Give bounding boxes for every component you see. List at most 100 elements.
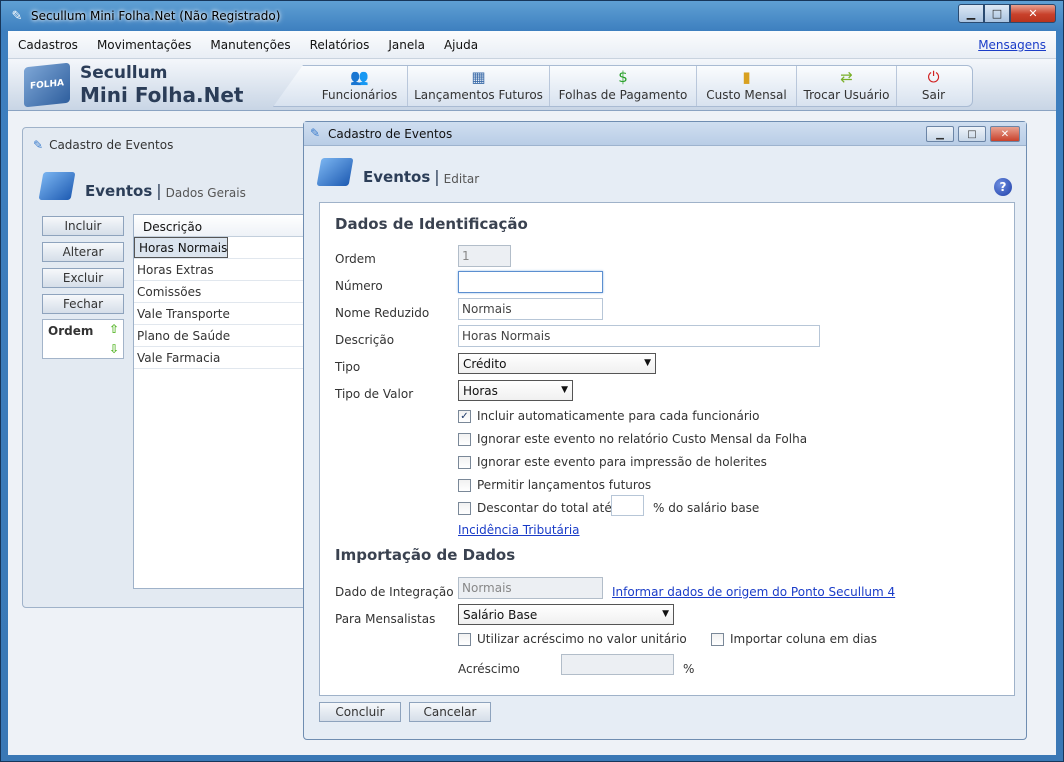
main-window: ✎ Secullum Mini Folha.Net (Não Registrad… <box>0 0 1064 762</box>
tipo-select-value: Crédito <box>463 357 507 371</box>
checkbox-icon <box>458 478 471 492</box>
minimize-button[interactable]: ▁ <box>958 4 984 23</box>
dialog-controls: ▁ □ ✕ <box>926 126 1020 142</box>
chart-icon: ▮ <box>742 68 751 86</box>
toolbar-folhas-pagamento[interactable]: $ Folhas de Pagamento <box>550 66 697 106</box>
checkbox-importar-coluna-dias[interactable]: Importar coluna em dias <box>711 632 877 646</box>
ordem-control: Ordem ⇧ ⇩ <box>42 319 124 359</box>
header-separator: | <box>156 181 162 200</box>
tipo-select[interactable]: Crédito ▼ <box>458 353 656 374</box>
arrow-up-icon[interactable]: ⇧ <box>109 322 119 336</box>
menu-ajuda[interactable]: Ajuda <box>444 38 478 52</box>
events-grid: Descrição Horas Normais Horas Falta Hora… <box>133 214 323 589</box>
minimize-icon: ▁ <box>966 7 976 20</box>
checkbox-ignorar-holerites[interactable]: Ignorar este evento para impressão de ho… <box>458 455 767 469</box>
checkbox-icon <box>458 501 471 515</box>
banner: FOLHA Secullum Mini Folha.Net 👥 Funcioná… <box>8 59 1056 111</box>
close-button[interactable]: ✕ <box>1010 4 1056 23</box>
toolbar-label: Sair <box>921 88 946 102</box>
dado-integracao-field[interactable]: Normais <box>458 577 603 599</box>
menu-janela[interactable]: Janela <box>388 38 425 52</box>
section-importacao: Importação de Dados <box>335 546 516 564</box>
nome-reduzido-field[interactable]: Normais <box>458 298 603 320</box>
main-titlebar: ✎ Secullum Mini Folha.Net (Não Registrad… <box>1 1 1063 31</box>
brand-line2: Mini Folha.Net <box>80 83 244 107</box>
acrescimo-field[interactable] <box>561 654 674 675</box>
menu-relatorios[interactable]: Relatórios <box>310 38 370 52</box>
section-identificacao: Dados de Identificação <box>335 215 528 233</box>
acrescimo-label: Acréscimo <box>458 662 520 676</box>
toolbar-trocar-usuario[interactable]: ⇄ Trocar Usuário <box>797 66 897 106</box>
toolbar-label: Funcionários <box>321 88 398 102</box>
mensagens-link[interactable]: Mensagens <box>978 38 1046 52</box>
checkbox-permitir-lancamentos[interactable]: Permitir lançamentos futuros <box>458 478 651 492</box>
arrow-down-icon[interactable]: ⇩ <box>109 342 119 356</box>
table-row[interactable]: Vale Transporte <box>134 303 322 325</box>
toolbar: 👥 Funcionários ▦ Lançamentos Futuros $ F… <box>273 65 973 107</box>
cancelar-button[interactable]: Cancelar <box>409 702 491 722</box>
menu-manutencoes[interactable]: Manutenções <box>210 38 290 52</box>
numero-label: Número <box>335 279 383 293</box>
table-row[interactable]: Comissões <box>134 281 322 303</box>
ordem-field[interactable]: 1 <box>458 245 511 267</box>
table-row[interactable]: Vale Farmacia <box>134 347 322 369</box>
minimize-icon: ▁ <box>936 128 944 140</box>
edit-event-dialog: ✎ Cadastro de Eventos ▁ □ ✕ Eventos | Ed… <box>303 121 1027 740</box>
concluir-button[interactable]: Concluir <box>319 702 401 722</box>
checkbox-incluir-automaticamente[interactable]: ✓ Incluir automaticamente para cada func… <box>458 409 759 423</box>
table-row[interactable]: Horas Extras <box>134 259 322 281</box>
ordem-label: Ordem <box>48 324 94 338</box>
tipo-valor-label: Tipo de Valor <box>335 387 414 401</box>
numero-field[interactable] <box>458 271 603 293</box>
tipo-label: Tipo <box>335 360 361 374</box>
toolbar-label: Lançamentos Futuros <box>414 88 543 102</box>
checkbox-label: Permitir lançamentos futuros <box>477 478 652 492</box>
checkbox-ignorar-custo-mensal[interactable]: Ignorar este evento no relatório Custo M… <box>458 432 807 446</box>
menu-cadastros[interactable]: Cadastros <box>18 38 78 52</box>
checkbox-icon <box>711 632 724 646</box>
para-mensalistas-label: Para Mensalistas <box>335 612 436 626</box>
checkbox-utilizar-acrescimo[interactable]: Utilizar acréscimo no valor unitário <box>458 632 687 646</box>
dialog-maximize-button[interactable]: □ <box>958 126 986 142</box>
calendar-icon: ▦ <box>471 68 486 86</box>
column-header-descricao[interactable]: Descrição <box>134 215 322 237</box>
switch-user-icon: ⇄ <box>840 68 853 86</box>
incidencia-tributaria-link[interactable]: Incidência Tributária <box>458 523 580 537</box>
informar-dados-link[interactable]: Informar dados de origem do Ponto Secull… <box>612 585 895 599</box>
app-icon: ✎ <box>11 8 23 24</box>
toolbar-custo-mensal[interactable]: ▮ Custo Mensal <box>697 66 797 106</box>
incluir-button[interactable]: Incluir <box>42 216 124 236</box>
toolbar-funcionarios[interactable]: 👥 Funcionários <box>312 66 408 106</box>
brand-line1: Secullum <box>80 63 168 83</box>
ordem-label: Ordem <box>335 252 376 266</box>
descontar-percent-field[interactable] <box>611 495 644 516</box>
dialog-header-subtitle: Editar <box>443 172 480 186</box>
alterar-button[interactable]: Alterar <box>42 242 124 262</box>
excluir-button[interactable]: Excluir <box>42 268 124 288</box>
checkbox-icon <box>458 432 471 446</box>
dialog-title: Cadastro de Eventos <box>328 127 453 141</box>
events-list-window: ✎ Cadastro de Eventos Eventos | Dados Ge… <box>22 127 323 608</box>
chevron-down-icon: ▼ <box>662 609 669 619</box>
dialog-close-button[interactable]: ✕ <box>990 126 1020 142</box>
tipo-valor-select[interactable]: Horas ▼ <box>458 380 573 401</box>
maximize-button[interactable]: □ <box>984 4 1010 23</box>
dado-integracao-label: Dado de Integração <box>335 585 454 599</box>
toolbar-lancamentos-futuros[interactable]: ▦ Lançamentos Futuros <box>408 66 550 106</box>
fechar-button[interactable]: Fechar <box>42 294 124 314</box>
folder-icon <box>316 158 354 186</box>
checkbox-label: Descontar do total até <box>477 501 612 515</box>
menu-movimentacoes[interactable]: Movimentações <box>97 38 191 52</box>
help-icon[interactable]: ? <box>994 178 1012 196</box>
close-icon: ✕ <box>1028 7 1038 20</box>
para-mensalistas-select[interactable]: Salário Base ▼ <box>458 604 674 625</box>
table-row[interactable]: Horas Normais <box>134 237 229 258</box>
table-row[interactable]: Plano de Saúde <box>134 325 322 347</box>
descricao-field[interactable]: Horas Normais <box>458 325 820 347</box>
toolbar-label: Folhas de Pagamento <box>558 88 688 102</box>
close-icon: ✕ <box>1000 128 1010 140</box>
list-window-title-text: Cadastro de Eventos <box>49 138 174 152</box>
checkbox-descontar-total[interactable]: Descontar do total até <box>458 501 612 515</box>
toolbar-sair[interactable]: ⏻ Sair <box>897 66 970 106</box>
dialog-minimize-button[interactable]: ▁ <box>926 126 954 142</box>
